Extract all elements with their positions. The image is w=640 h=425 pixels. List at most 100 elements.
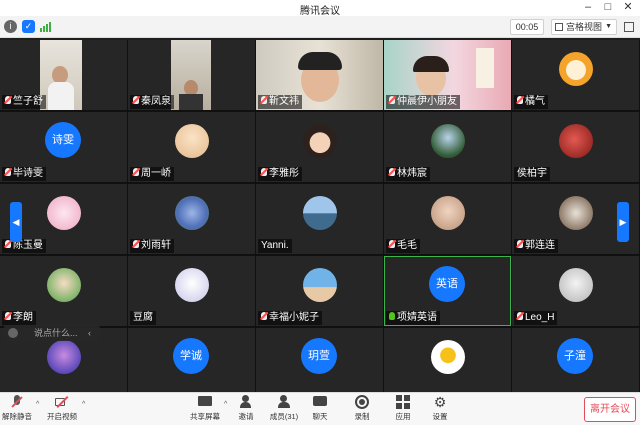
unmute-button[interactable]: 解除静音 — [2, 395, 32, 425]
participant-tile[interactable]: 侯柏宇 — [512, 112, 639, 182]
participant-name: 毕诗雯 — [2, 167, 46, 181]
participant-tile[interactable]: 竺子舒 — [0, 40, 127, 110]
close-icon[interactable]: ✕ — [618, 0, 638, 16]
participant-name: 郭连连 — [514, 239, 558, 253]
mic-muted-icon — [389, 168, 395, 176]
participant-tile[interactable]: 李雅彤 — [256, 112, 383, 182]
participant-name: 橘气 — [514, 95, 548, 109]
participant-name: 林炜宸 — [386, 167, 430, 181]
participant-tile[interactable]: 学诚 — [128, 328, 255, 398]
mic-muted-icon — [261, 168, 267, 176]
participant-tile[interactable] — [384, 328, 511, 398]
participant-avatar — [431, 340, 465, 374]
invite-button[interactable]: 邀请 — [236, 395, 256, 425]
participant-avatar — [175, 268, 209, 302]
previous-page-button[interactable]: ◀ — [10, 202, 22, 242]
chat-input[interactable]: 说点什么... ‹ — [4, 325, 100, 341]
meeting-timer: 00:05 — [510, 19, 544, 35]
participant-avatar — [47, 196, 81, 230]
participant-name: 秦凤泉 — [130, 95, 174, 109]
participant-tile[interactable]: 橘气 — [512, 40, 639, 110]
participant-name: 豆腐 — [130, 311, 156, 325]
control-bar: 解除静音 ^ 开启视频 ^ 共享屏幕 ^ 邀请 成员(31) 聊天 录制 应用 … — [0, 392, 640, 425]
mic-muted-icon — [5, 168, 11, 176]
add-user-icon — [239, 395, 253, 409]
participant-avatar — [559, 52, 593, 86]
participant-avatar: 诗雯 — [45, 122, 81, 158]
mic-muted-icon — [10, 395, 24, 409]
record-button[interactable]: 录制 — [352, 395, 372, 425]
chevron-down-icon: ▼ — [605, 23, 612, 30]
mic-muted-icon — [133, 168, 139, 176]
chevron-up-icon[interactable]: ^ — [36, 401, 39, 408]
participant-tile[interactable]: 刘雨轩 — [128, 184, 255, 254]
participant-name: 陈玉曼 — [2, 239, 46, 253]
participant-avatar — [303, 124, 337, 158]
apps-button[interactable]: 应用 — [393, 395, 413, 425]
participant-avatar: 学诚 — [173, 338, 209, 374]
chat-button[interactable]: 聊天 — [310, 395, 330, 425]
participant-tile[interactable]: 毛毛 — [384, 184, 511, 254]
chat-placeholder: 说点什么... — [34, 328, 78, 338]
participant-tile-active-speaker[interactable]: 英语 项婧英语 — [384, 256, 511, 326]
participant-tile[interactable]: 仲晨伊小朋友 — [384, 40, 511, 110]
mic-muted-icon — [133, 96, 139, 104]
participant-tile[interactable]: 周一峤 — [128, 112, 255, 182]
mic-muted-icon — [517, 96, 523, 104]
participant-tile[interactable]: 靳文祎 — [256, 40, 383, 110]
next-page-button[interactable]: ▶ — [617, 202, 629, 242]
leave-meeting-button[interactable]: 离开会议 — [584, 397, 636, 422]
participant-tile[interactable]: 秦凤泉 — [128, 40, 255, 110]
participant-avatar — [431, 124, 465, 158]
participant-tile[interactable]: 李朗 — [0, 256, 127, 326]
mic-muted-icon — [261, 312, 267, 320]
users-icon — [277, 395, 291, 409]
participant-tile[interactable]: 幸福小妮子 — [256, 256, 383, 326]
chevron-right-icon: ▶ — [619, 217, 627, 227]
chevron-left-icon[interactable]: ‹ — [88, 325, 91, 341]
participant-name: 毛毛 — [386, 239, 420, 253]
participant-tile[interactable]: 豆腐 — [128, 256, 255, 326]
participant-name: 幸福小妮子 — [258, 311, 322, 325]
grid-view-icon — [555, 23, 563, 31]
info-icon[interactable]: i — [4, 20, 17, 33]
participant-avatar — [175, 124, 209, 158]
participant-name: 仲晨伊小朋友 — [386, 95, 460, 109]
chevron-up-icon[interactable]: ^ — [82, 401, 85, 408]
minimize-icon[interactable]: – — [578, 0, 598, 16]
participant-name: Leo_H — [514, 311, 558, 325]
participant-name: 项婧英语 — [386, 311, 440, 325]
participant-avatar — [175, 196, 209, 230]
participant-name: 靳文祎 — [258, 95, 302, 109]
chevron-up-icon[interactable]: ^ — [224, 401, 227, 408]
participant-tile[interactable]: 玥萱 — [256, 328, 383, 398]
mic-muted-icon — [517, 240, 523, 248]
mic-muted-icon — [261, 96, 267, 104]
participant-tile[interactable]: 子潼 — [512, 328, 639, 398]
participant-tile[interactable]: Leo_H — [512, 256, 639, 326]
participant-tile[interactable]: 林炜宸 — [384, 112, 511, 182]
participant-avatar — [559, 196, 593, 230]
mic-speaking-icon — [389, 312, 395, 320]
settings-button[interactable]: ⚙ 设置 — [430, 395, 450, 425]
participant-video — [40, 40, 82, 110]
members-button[interactable]: 成员(31) — [268, 395, 300, 425]
participant-tile[interactable]: 诗雯 毕诗雯 — [0, 112, 127, 182]
meeting-toolbar: i ✓ 00:05 宫格视图 ▼ — [0, 16, 640, 38]
maximize-icon[interactable]: □ — [598, 0, 618, 16]
participant-name: 周一峤 — [130, 167, 174, 181]
participant-name: 侯柏宇 — [514, 167, 550, 181]
participant-avatar — [303, 268, 337, 302]
participant-avatar: 子潼 — [557, 338, 593, 374]
chevron-left-icon: ◀ — [12, 217, 20, 227]
shield-icon[interactable]: ✓ — [22, 20, 35, 33]
emoji-icon[interactable] — [8, 328, 18, 338]
chat-bubble-icon — [313, 395, 327, 409]
participant-avatar — [431, 196, 465, 230]
start-video-button[interactable]: 开启视频 — [46, 395, 78, 425]
view-mode-button[interactable]: 宫格视图 ▼ — [551, 19, 617, 35]
share-screen-button[interactable]: 共享屏幕 — [188, 395, 222, 425]
participant-tile[interactable]: Yanni. — [256, 184, 383, 254]
signal-icon[interactable] — [40, 21, 52, 32]
fullscreen-icon[interactable] — [624, 22, 634, 32]
